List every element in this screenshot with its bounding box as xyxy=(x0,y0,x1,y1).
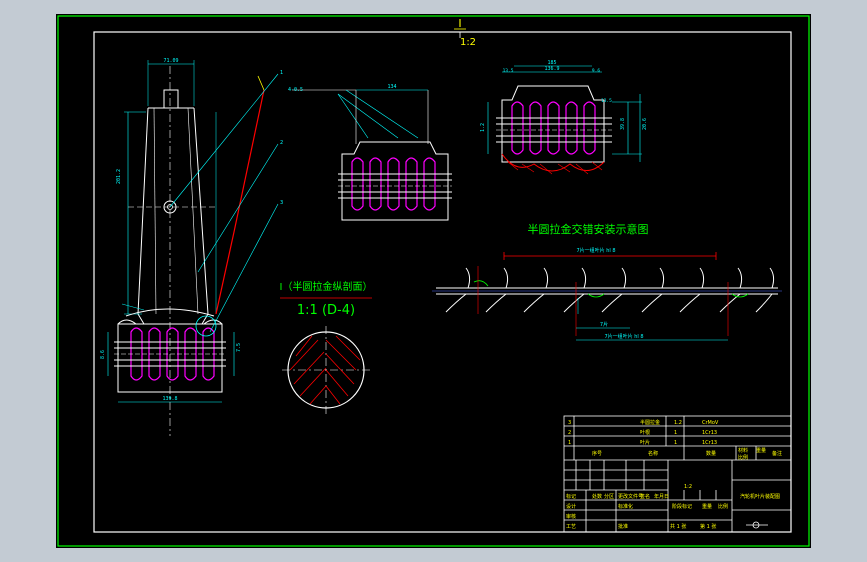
dim-root-width: 139.8 xyxy=(162,396,177,402)
dim-height: 201.2 xyxy=(116,169,122,184)
tb-h-weight: 重量 xyxy=(756,447,766,454)
tb-row1-name: 叶片 xyxy=(640,439,650,446)
balloon-2: 2 xyxy=(280,140,283,146)
tb-l-7: 标准化 xyxy=(618,503,633,510)
top-label: I xyxy=(458,17,461,30)
tb-l-4: 签名 xyxy=(640,493,650,500)
section-title: I（半圆拉金纵剖面） xyxy=(280,280,373,293)
tb-row3-mat: CrMoV xyxy=(702,420,719,426)
cad-canvas: I 1:2 201.2 71.09 139.8 8.6 7.5 1 2 3 4-… xyxy=(57,15,810,547)
install-title: 半圆拉金交错安装示意图 xyxy=(528,222,649,236)
tb-l-10: 比例 xyxy=(718,503,728,510)
dim-r-left: 1.2 xyxy=(480,123,486,132)
balloon-1: 1 xyxy=(280,70,283,76)
balloon-3: 3 xyxy=(280,200,283,206)
tb-l-11: 审核 xyxy=(566,513,576,520)
tb-row3-name: 半圆拉金 xyxy=(640,419,660,426)
dim-top-width: 71.09 xyxy=(163,58,178,64)
dim-r-top2: 136.9 xyxy=(544,66,559,72)
tb-row2-name: 叶根 xyxy=(640,429,650,436)
tb-l-8: 阶段标记 xyxy=(672,503,692,510)
viewport: I 1:2 201.2 71.09 139.8 8.6 7.5 1 2 3 4-… xyxy=(0,0,867,562)
dim-r-r: 9.6 xyxy=(592,68,600,74)
dim-r-small: 13.5 xyxy=(601,98,612,104)
install-diagram: 半圆拉金交错安装示意图 7片一组叶片 hl 8 7片 7片一组叶片 hl 8 xyxy=(432,222,782,341)
note-rivets: 4-0.5 xyxy=(288,87,303,93)
inner-frame xyxy=(93,31,792,533)
tb-row1-qty: 1 xyxy=(674,440,677,446)
dim-r-h2: 20.6 xyxy=(642,118,648,130)
tb-l-6: 设计 xyxy=(566,503,576,510)
tb-h-qty: 数量 xyxy=(706,450,716,457)
dim-mid-top: 134 xyxy=(387,84,396,90)
note-top: 7片一组叶片 hl 8 xyxy=(576,247,615,254)
tb-drawing-name: 汽轮机叶片装配图 xyxy=(740,493,780,500)
note-mid: 7片 xyxy=(600,321,608,328)
tb-row1-mat: 1Cr13 xyxy=(702,440,717,446)
outer-frame xyxy=(57,15,810,547)
tb-row2-qty: 1 xyxy=(674,430,677,436)
tb-row1-num: 1 xyxy=(568,440,571,446)
tb-l-13: 批准 xyxy=(618,523,628,530)
section-scale: 1:1 (D-4) xyxy=(297,303,355,318)
tb-l-15: 第 1 张 xyxy=(700,523,716,530)
dim-r-l: 13.5 xyxy=(503,68,514,74)
dim-root-h2: 7.5 xyxy=(236,343,242,352)
dim-root-h: 8.6 xyxy=(100,350,106,359)
blade-view: 201.2 71.09 139.8 8.6 7.5 1 2 3 xyxy=(100,58,283,436)
tb-row3-num: 3 xyxy=(568,420,571,426)
tb-row2-num: 2 xyxy=(568,430,571,436)
top-scale: 1:2 xyxy=(460,37,476,48)
drawing-sheet: I 1:2 201.2 71.09 139.8 8.6 7.5 1 2 3 4-… xyxy=(56,14,811,548)
dim-r-h1: 39.8 xyxy=(620,118,626,130)
tb-l-14: 共 1 张 xyxy=(670,523,686,530)
tb-l-0: 标记 xyxy=(566,493,576,500)
section-detail: I（半圆拉金纵剖面） 1:1 (D-4) xyxy=(280,280,373,414)
tb-h-scale: 比例 xyxy=(738,454,748,461)
tb-h-name: 名称 xyxy=(648,450,658,457)
tb-l-2: 分区 xyxy=(604,493,614,500)
tb-row3-qty: 1.2 xyxy=(674,420,682,426)
tb-h-remark: 备注 xyxy=(772,450,782,457)
tb-symbol xyxy=(746,521,768,529)
tb-l-5: 年月日 xyxy=(654,493,669,500)
title-block xyxy=(563,415,792,533)
tb-h-num: 序号 xyxy=(592,450,602,457)
tb-l-12: 工艺 xyxy=(566,524,576,530)
tb-h-mat: 材料 xyxy=(738,447,748,454)
root-section-view: 4-0.5 134 xyxy=(288,84,452,221)
tb-l-9: 重量 xyxy=(702,503,712,510)
tb-scale: 1:2 xyxy=(684,484,692,490)
tb-l-1: 处数 xyxy=(592,493,602,500)
assembly-section-view: 185 136.9 13.5 9.6 1.2 39.8 20.6 13.5 xyxy=(480,60,648,175)
note-bottom: 7片一组叶片 hl 8 xyxy=(604,333,643,340)
tb-row2-mat: 1Cr13 xyxy=(702,430,717,436)
